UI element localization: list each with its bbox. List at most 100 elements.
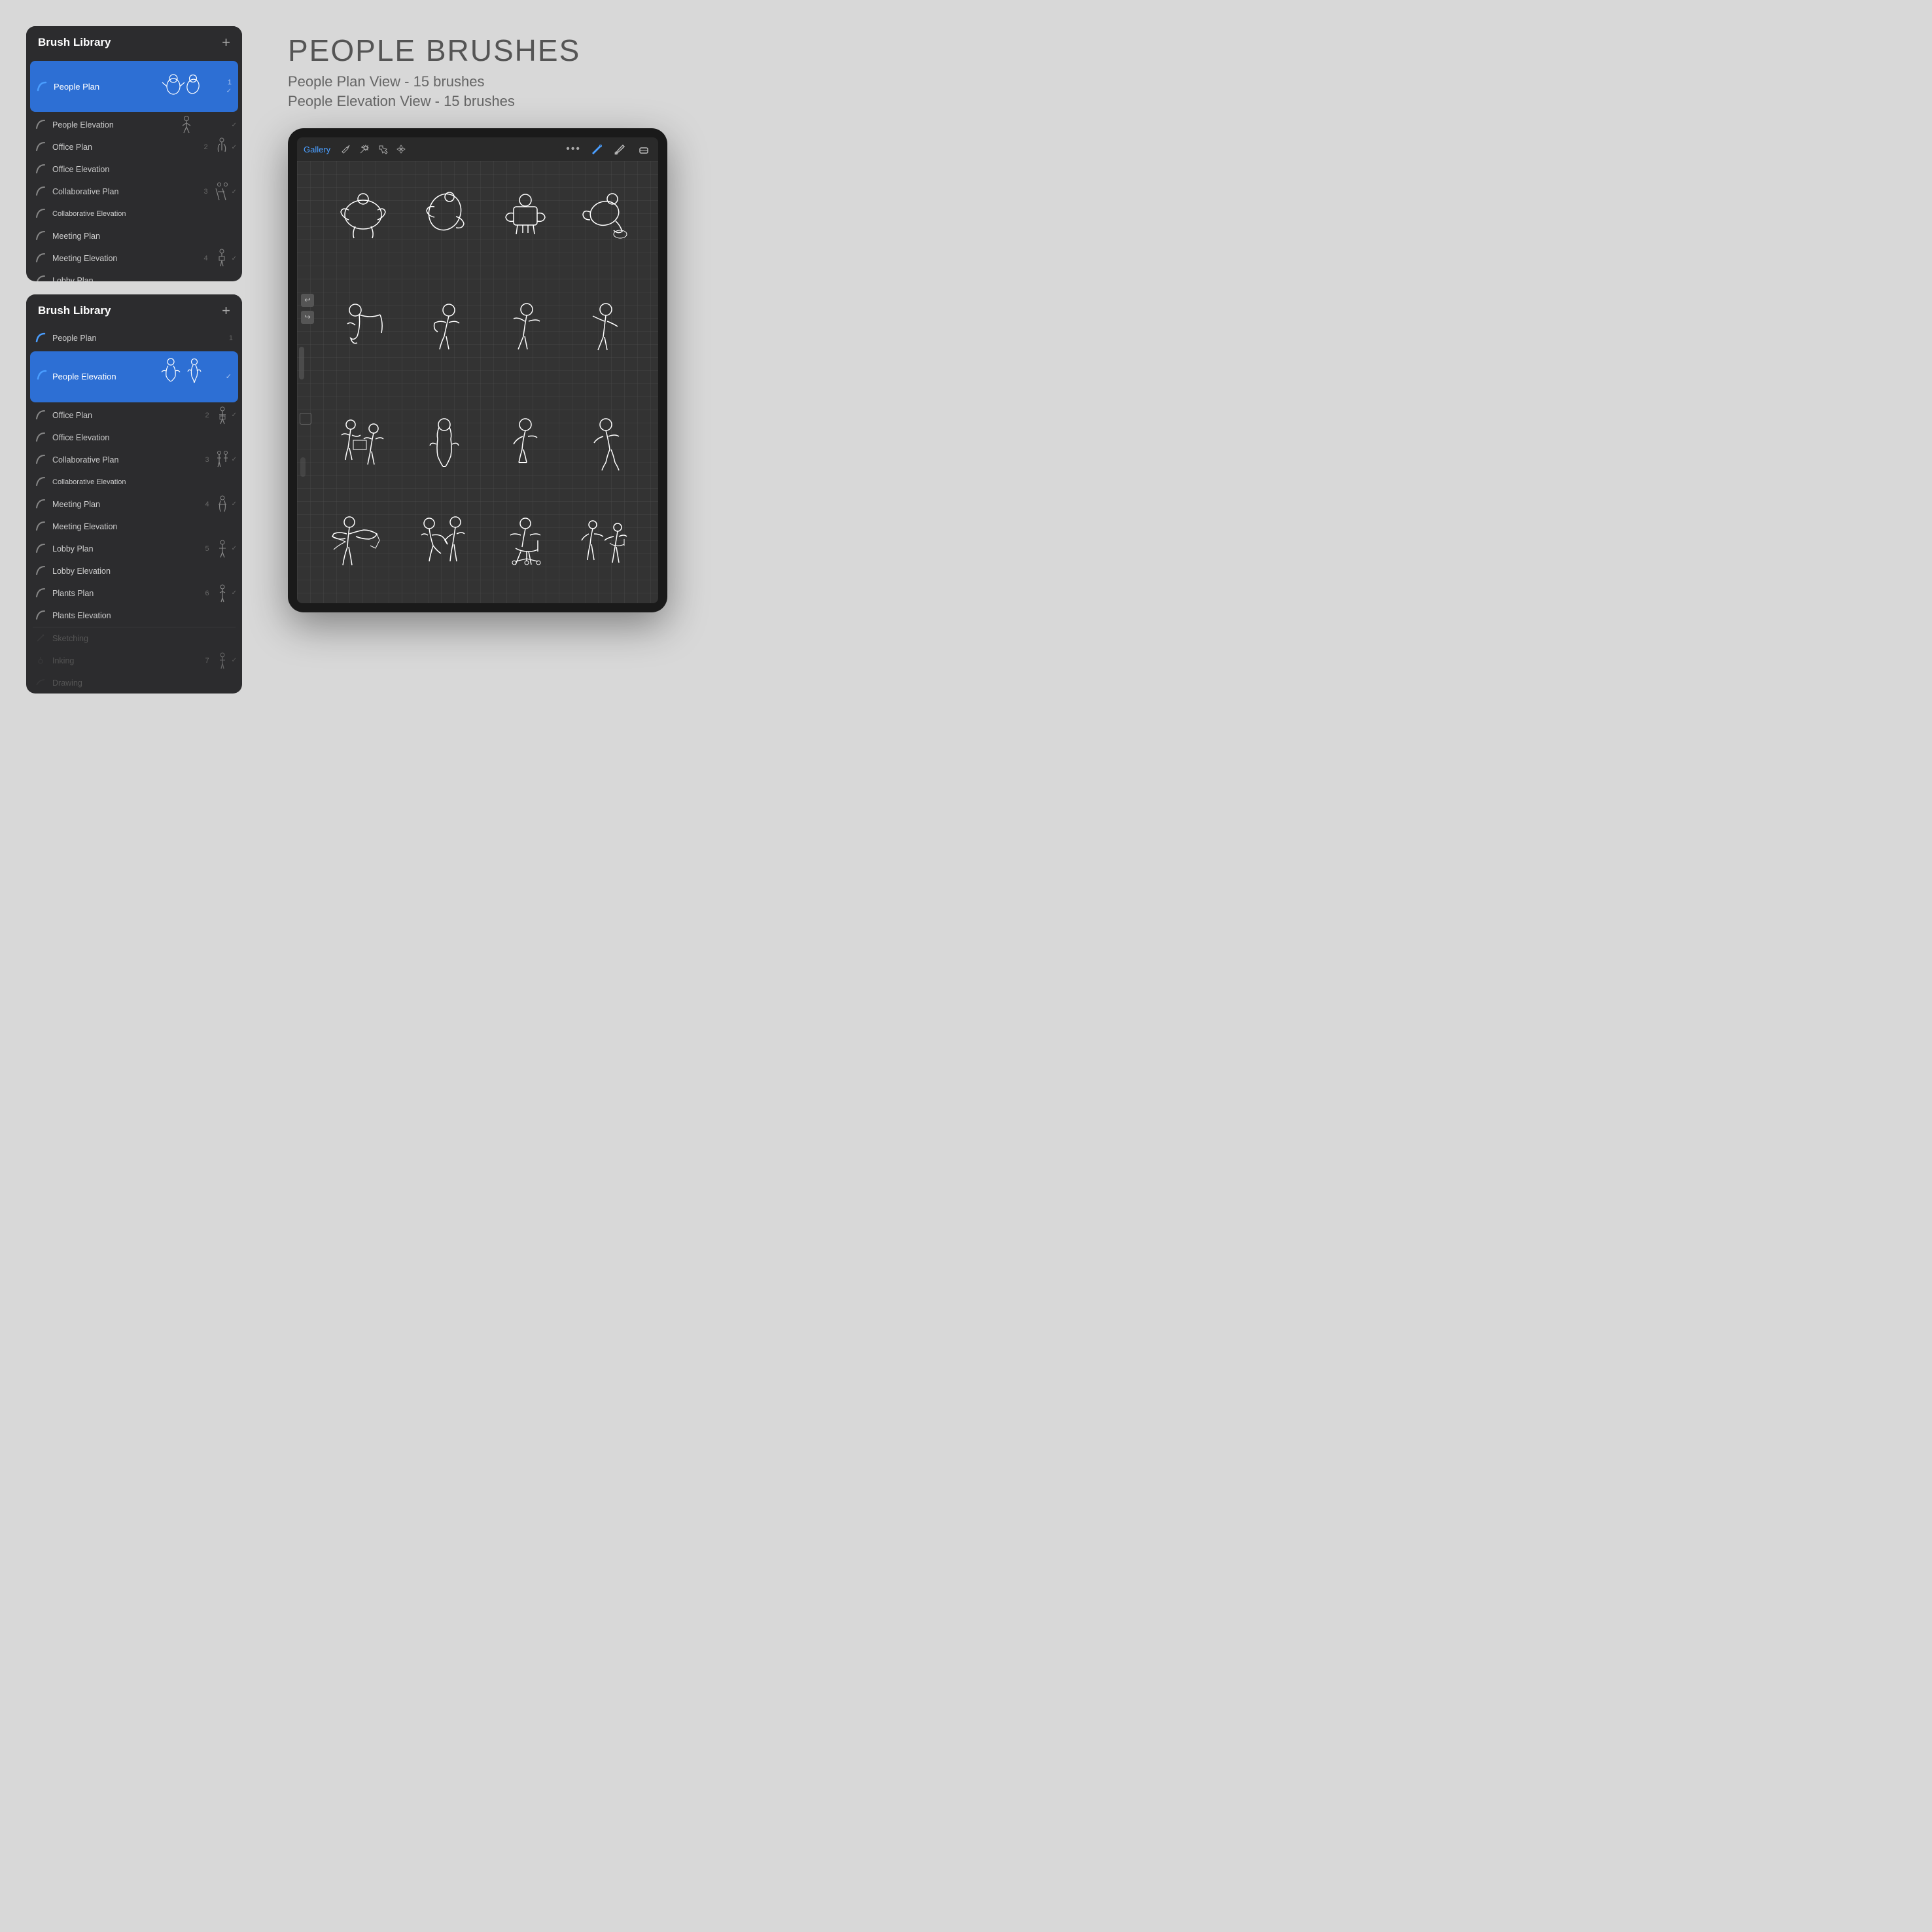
brush-icon-small [35, 543, 47, 555]
check-icon: ✓ [232, 122, 237, 129]
brush-item-office-elevation-top[interactable]: Office Elevation [26, 158, 242, 181]
figure-small [215, 584, 230, 603]
brush-item-collaborative-plan-bottom[interactable]: Collaborative Plan 3 ✓ [26, 449, 242, 471]
scroll-indicator [299, 347, 304, 379]
item-number: 6 [205, 589, 209, 597]
brush-icon-small [35, 186, 47, 198]
brush-item-sketching[interactable]: Sketching [26, 627, 242, 650]
item-number: 5 [205, 545, 209, 553]
people-elevation-preview [156, 355, 209, 398]
sub-line-1: People Plan View - 15 brushes [288, 73, 580, 90]
brush-item-meeting-elevation-top[interactable]: Meeting Elevation 4 ✓ [26, 247, 242, 270]
tablet-canvas[interactable]: ↩ ↪ [297, 161, 658, 603]
eraser-tool-icon[interactable] [636, 141, 652, 157]
brush-item-collaborative-elevation-bottom[interactable]: Collaborative Elevation [26, 471, 242, 493]
brush-item-people-plan-selected[interactable]: People Plan 1 ✓ [30, 61, 238, 112]
brush-item-drawing[interactable]: Drawing [26, 672, 242, 694]
left-panels: Brush Library + People Plan [0, 0, 268, 694]
tablet-device: Gallery ••• [288, 128, 667, 612]
brush-item-meeting-plan-top[interactable]: Meeting Plan [26, 225, 242, 247]
figure-cell [326, 179, 401, 251]
figure-cell [326, 409, 401, 487]
brush-item-meeting-elevation-bottom[interactable]: Meeting Elevation [26, 516, 242, 538]
check-icon: ✓ [232, 501, 237, 508]
panel-add-top[interactable]: + [222, 35, 230, 50]
figure-plan-3 [499, 187, 552, 243]
title-section: PEOPLE BRUSHES People Plan View - 15 bru… [288, 33, 580, 113]
figure-small [177, 115, 196, 135]
brush-item-lobby-elevation-bottom[interactable]: Lobby Elevation [26, 560, 242, 582]
figure-plan-4 [580, 187, 632, 243]
figures-row-3 [326, 409, 644, 487]
brush-item-office-elevation-bottom[interactable]: Office Elevation [26, 427, 242, 449]
transform-icon[interactable] [396, 144, 406, 154]
item-name: Inking [52, 656, 205, 665]
figure-small [214, 495, 231, 514]
item-name: Meeting Elevation [52, 254, 203, 263]
check-icon: ✓ [232, 188, 237, 196]
brush-item-inking[interactable]: Inking 7 ✓ [26, 650, 242, 672]
brush-icon-small [35, 454, 47, 466]
brush-item-meeting-plan-bottom[interactable]: Meeting Plan 4 ✓ [26, 493, 242, 516]
brush-icon-small [35, 565, 47, 577]
figure-cell [407, 510, 482, 582]
figure-small [213, 249, 231, 268]
check-icon: ✓ [232, 589, 237, 597]
brush-item-lobby-plan-bottom[interactable]: Lobby Plan 5 ✓ [26, 538, 242, 560]
figure-cell [568, 294, 643, 366]
brush-item-people-plan-bottom[interactable]: People Plan 1 [26, 327, 242, 349]
item-number: 3 [205, 456, 209, 464]
item-number: 7 [205, 657, 209, 665]
people-plan-preview [157, 65, 209, 108]
item-name: Plants Plan [52, 589, 205, 598]
brush-icon-small [35, 208, 47, 220]
check-icon: ✓ [232, 657, 237, 664]
check-icon: ✓ [232, 456, 237, 463]
item-number: 1 [229, 334, 233, 342]
brush-icon-small [35, 476, 47, 488]
selected-item-name: People Elevation [52, 372, 139, 381]
brush-item-office-plan-bottom[interactable]: Office Plan 2 ✓ [26, 404, 242, 427]
brush-item-collaborative-elevation-top[interactable]: Collaborative Elevation [26, 203, 242, 225]
brush-item-lobby-plan-top[interactable]: Lobby Plan [26, 270, 242, 281]
figure-cell [407, 409, 482, 487]
item-name: Meeting Plan [52, 500, 205, 509]
brush-icon-small [35, 164, 47, 175]
brush-item-plants-plan-bottom[interactable]: Plants Plan 6 ✓ [26, 582, 242, 605]
brush-icon-small [35, 677, 47, 689]
toggle-button[interactable] [300, 413, 311, 425]
redo-button[interactable]: ↪ [301, 311, 314, 324]
item-name: Meeting Elevation [52, 522, 237, 531]
pen-tool-icon[interactable] [589, 141, 605, 157]
sub-line-2: People Elevation View - 15 brushes [288, 93, 580, 110]
brush-item-collaborative-plan-top[interactable]: Collaborative Plan 3 ✓ [26, 181, 242, 203]
figure-small [215, 652, 230, 670]
brush-item-people-elevation-selected[interactable]: People Elevation [30, 351, 238, 402]
selection-icon[interactable] [378, 144, 388, 154]
panel-header-top: Brush Library + [26, 26, 242, 59]
figure-cell [407, 179, 482, 251]
selected-check: ✓ [226, 88, 232, 95]
figure-action-3 [496, 516, 555, 578]
brush-item-people-elevation-top[interactable]: People Elevation ✓ [26, 114, 242, 136]
figure-cell [568, 179, 643, 251]
figure-action-2 [415, 516, 474, 578]
undo-button[interactable]: ↩ [301, 294, 314, 307]
brush-icon-small [35, 499, 47, 510]
magic-icon[interactable] [359, 144, 370, 154]
tablet-toolbar: Gallery ••• [297, 137, 658, 161]
panel-add-bottom[interactable]: + [222, 304, 230, 318]
item-name: Collaborative Elevation [52, 210, 237, 218]
figure-seated-3 [506, 415, 545, 481]
more-menu[interactable]: ••• [566, 143, 581, 155]
brush-tool-icon[interactable] [612, 141, 628, 157]
item-name: Lobby Plan [52, 544, 205, 553]
figure-action-4 [578, 516, 634, 578]
brush-item-plants-elevation-bottom[interactable]: Plants Elevation [26, 605, 242, 627]
item-name: Office Plan [52, 143, 203, 152]
brush-item-office-plan-top[interactable]: Office Plan 2 ✓ [26, 136, 242, 158]
wrench-icon[interactable] [341, 144, 351, 154]
brush-icon-small [35, 655, 47, 667]
brush-icon-small [35, 521, 47, 533]
gallery-button[interactable]: Gallery [304, 145, 330, 154]
